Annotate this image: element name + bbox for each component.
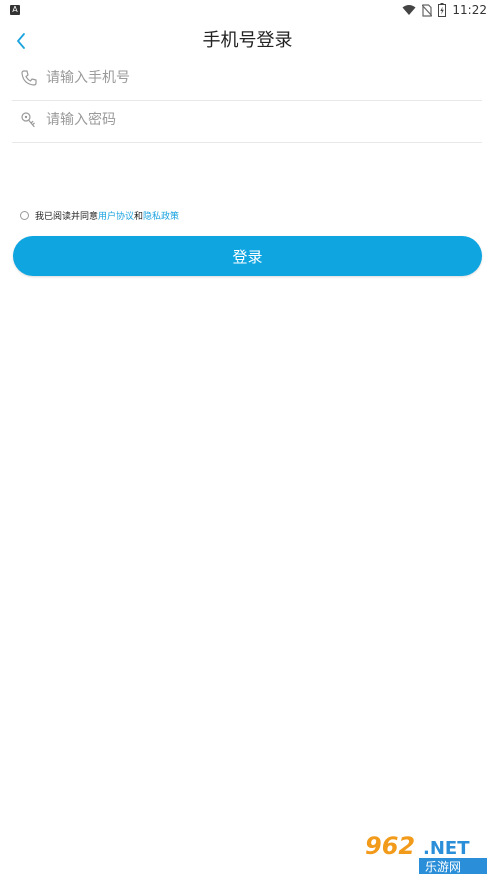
watermark-logo: 962 .NET 乐游网 [359,826,491,878]
battery-charging-icon [438,3,447,17]
password-field [12,100,482,143]
key-icon [21,112,35,128]
status-time: 11:22 [452,3,487,17]
status-bar: A 11:22 [0,0,495,20]
header: 手机号登录 [0,20,495,62]
svg-text:962: 962 [365,832,415,860]
svg-text:乐游网: 乐游网 [425,860,461,874]
phone-field [12,58,482,101]
chevron-left-icon [17,33,25,49]
agreement-radio[interactable] [20,210,29,220]
no-sim-icon [422,3,433,17]
login-page: A 11:22 手机号登录 请输入手机号 我已阅读并同意 用户协议 和 隐私政策… [0,0,495,880]
back-button[interactable] [6,26,36,56]
agreement-row: 我已阅读并同意 用户协议 和 隐私政策 [20,208,179,222]
password-input[interactable] [46,105,466,135]
phone-input[interactable] [46,63,466,93]
user-agreement-link[interactable]: 用户协议 [98,209,134,222]
svg-text:.NET: .NET [423,838,470,859]
status-right-group: 11:22 [402,2,487,18]
login-button[interactable]: 登录 [13,236,482,276]
agreement-prefix: 我已阅读并同意 [35,211,99,222]
privacy-policy-link[interactable]: 隐私政策 [143,209,179,222]
notification-a-icon: A [10,5,20,15]
agreement-conjunction: 和 [134,211,144,222]
phone-icon [21,70,37,86]
wifi-icon [402,5,416,15]
page-title: 手机号登录 [202,30,293,51]
